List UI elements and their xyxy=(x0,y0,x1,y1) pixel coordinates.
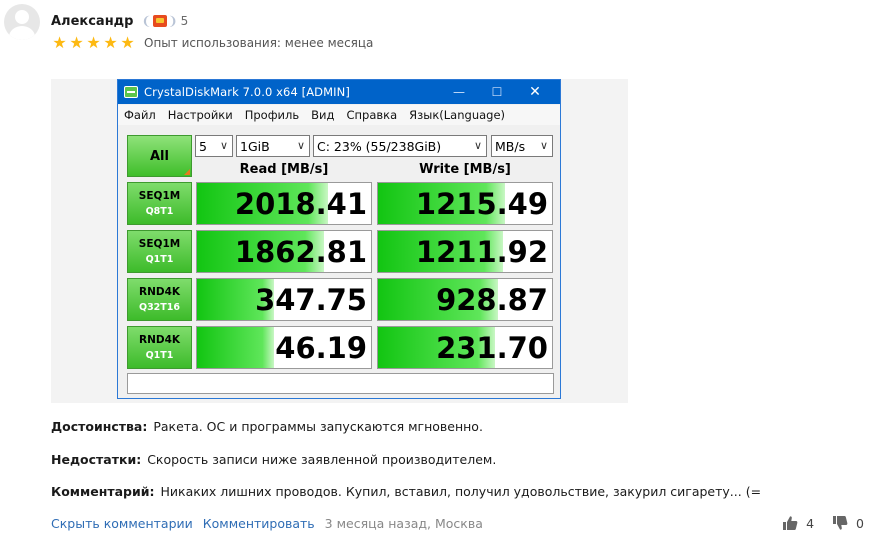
menu-language: Язык(Language) xyxy=(409,108,506,122)
chevron-down-icon: ∨ xyxy=(219,139,228,152)
test-name: RND4K xyxy=(138,285,181,298)
read-result-cell: 1862.81 xyxy=(196,230,372,273)
review-meta: 3 месяца назад, Москва xyxy=(324,515,483,531)
write-result-cell: 1215.49 xyxy=(377,182,553,225)
app-icon xyxy=(124,86,138,98)
unit-select: MB/s ∨ xyxy=(491,135,553,157)
read-result-value: 46.19 xyxy=(275,331,367,365)
usage-experience: Опыт использования: менее месяца xyxy=(144,36,374,50)
menu-file: Файл xyxy=(124,108,156,122)
comment-text: Никаких лишних проводов. Купил, вставил,… xyxy=(160,484,762,499)
read-result-value: 347.75 xyxy=(255,283,367,317)
expert-badge-icon xyxy=(152,15,167,27)
pros-field: Достоинства: Ракета. ОС и программы запус… xyxy=(51,418,483,436)
menubar: Файл Настройки Профиль Вид Справка Язык(… xyxy=(118,105,560,125)
review-footer: Скрыть комментарии Комментировать 3 меся… xyxy=(51,514,483,532)
test-button-rnd4k-q1t1: RND4K Q1T1 xyxy=(127,326,192,369)
star-icon: ★ xyxy=(120,33,135,52)
cons-label: Недостатки: xyxy=(51,452,142,467)
read-result-value: 2018.41 xyxy=(234,187,367,221)
test-params: Q1T1 xyxy=(145,349,174,361)
minimize-icon: — xyxy=(453,85,465,99)
drive-select: C: 23% (55/238GiB) ∨ xyxy=(313,135,487,157)
write-result-cell: 1211.92 xyxy=(377,230,553,273)
likes-count: 4 xyxy=(806,515,815,531)
menu-help: Справка xyxy=(346,108,398,122)
star-icon: ★ xyxy=(86,33,101,52)
dislikes-count: 0 xyxy=(856,515,864,531)
star-icon: ★ xyxy=(52,33,67,52)
thumbs-up-icon[interactable] xyxy=(782,515,798,531)
review-votes: 4 0 xyxy=(782,513,864,533)
test-size-value: 1GiB xyxy=(240,138,270,154)
read-result-cell: 46.19 xyxy=(196,326,372,369)
star-icon: ★ xyxy=(69,33,84,52)
reply-link[interactable]: Комментировать xyxy=(203,516,315,531)
test-params: Q1T1 xyxy=(145,253,174,265)
pros-text: Ракета. ОС и программы запускаются мгнов… xyxy=(153,419,483,434)
window-controls: — ☐ ✕ xyxy=(440,80,554,104)
run-all-button: All xyxy=(127,135,192,177)
chevron-down-icon: ∨ xyxy=(539,139,548,152)
test-button-seq1m-q1t1: SEQ1M Q1T1 xyxy=(127,230,192,273)
read-result-value: 1862.81 xyxy=(234,235,367,269)
comment-label: Комментарий: xyxy=(51,484,155,499)
cdm-comment-box xyxy=(127,373,554,394)
laurel-left-icon: ❨ xyxy=(141,14,152,28)
menu-settings: Настройки xyxy=(167,108,233,122)
user-avatar[interactable] xyxy=(4,4,40,40)
test-name: SEQ1M xyxy=(138,189,181,202)
window-title: CrystalDiskMark 7.0.0 x64 [ADMIN] xyxy=(144,85,350,99)
test-count-select: 5 ∨ xyxy=(195,135,233,157)
cons-field: Недостатки: Скорость записи ниже заявленн… xyxy=(51,451,496,469)
write-result-cell: 928.87 xyxy=(377,278,553,321)
window-titlebar: CrystalDiskMark 7.0.0 x64 [ADMIN] — ☐ ✕ xyxy=(118,80,560,104)
star-icon: ★ xyxy=(103,33,118,52)
test-name: SEQ1M xyxy=(138,237,181,250)
crystaldiskmark-window: CrystalDiskMark 7.0.0 x64 [ADMIN] — ☐ ✕ … xyxy=(117,79,561,399)
write-result-value: 231.70 xyxy=(436,331,548,365)
rating-stars: ★ ★ ★ ★ ★ xyxy=(51,34,136,52)
rating-row: ★ ★ ★ ★ ★ Опыт использования: менее меся… xyxy=(51,34,373,52)
read-column-header: Read [MB/s] xyxy=(239,162,329,177)
chevron-down-icon: ∨ xyxy=(296,139,305,152)
read-result-bar xyxy=(197,327,274,368)
chevron-down-icon: ∨ xyxy=(473,139,482,152)
thumbs-down-icon[interactable] xyxy=(832,515,848,531)
menu-view: Вид xyxy=(311,108,335,122)
write-result-value: 1211.92 xyxy=(415,235,548,269)
write-result-value: 1215.49 xyxy=(415,187,548,221)
read-result-cell: 2018.41 xyxy=(196,182,372,225)
test-count-value: 5 xyxy=(199,138,207,154)
author-row: Александр ❨ ❩ 5 xyxy=(51,12,188,30)
author-name[interactable]: Александр xyxy=(51,14,134,29)
comment-field: Комментарий: Никаких лишних проводов. Куп… xyxy=(51,483,761,501)
menu-profile: Профиль xyxy=(244,108,300,122)
unit-value: MB/s xyxy=(495,138,526,154)
cons-text: Скорость записи ниже заявленной производ… xyxy=(147,452,497,467)
read-result-cell: 347.75 xyxy=(196,278,372,321)
laurel-right-icon: ❩ xyxy=(167,14,178,28)
drive-value: C: 23% (55/238GiB) xyxy=(317,138,442,154)
reviewer-badge[interactable]: ❨ ❩ 5 xyxy=(142,12,189,30)
write-result-cell: 231.70 xyxy=(377,326,553,369)
test-name: RND4K xyxy=(138,333,181,346)
close-icon: ✕ xyxy=(529,84,541,100)
hide-comments-link[interactable]: Скрыть комментарии xyxy=(51,516,193,531)
write-column-header: Write [MB/s] xyxy=(419,162,511,177)
badge-count: 5 xyxy=(180,14,189,28)
test-size-select: 1GiB ∨ xyxy=(236,135,310,157)
pros-label: Достоинства: xyxy=(51,419,148,434)
maximize-icon: ☐ xyxy=(491,85,503,99)
test-button-rnd4k-q32t16: RND4K Q32T16 xyxy=(127,278,192,321)
test-button-seq1m-q8t1: SEQ1M Q8T1 xyxy=(127,182,192,225)
write-result-value: 928.87 xyxy=(436,283,548,317)
test-params: Q8T1 xyxy=(145,205,174,217)
test-params: Q32T16 xyxy=(139,301,180,313)
